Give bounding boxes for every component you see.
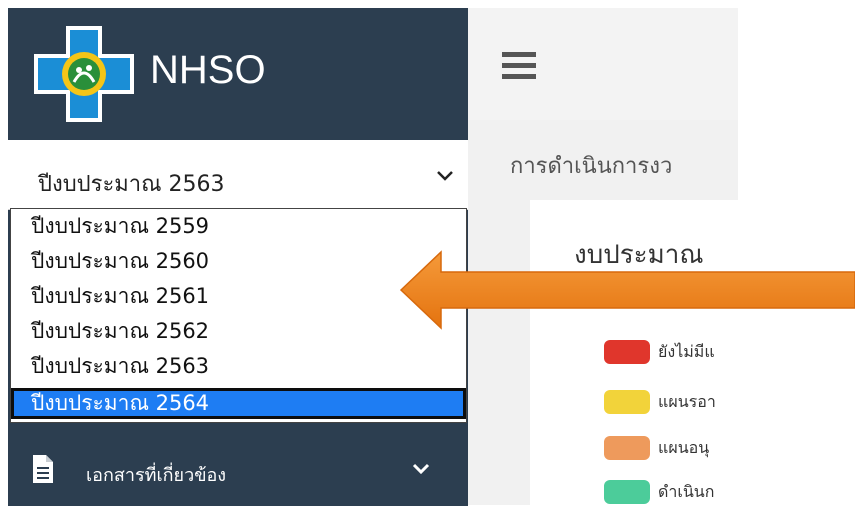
year-select[interactable]: ปีงบประมาณ 2563 [8,140,468,210]
legend-label: ดำเนินก [658,482,715,501]
document-icon [33,455,53,483]
legend-swatch-orange [604,436,650,460]
sidebar-item-documents-label: เอกสารที่เกี่ยวข้อง [86,465,227,486]
year-option-selected[interactable]: ปีงบประมาณ 2564 [11,388,466,419]
hamburger-icon[interactable] [502,52,536,80]
legend-label: แผนอนุ [658,438,710,457]
sidebar-item-documents[interactable]: เอกสารที่เกี่ยวข้อง [8,436,468,506]
legend-label: ยังไม่มีแ [658,342,715,361]
nhso-cross-logo-icon [34,26,134,122]
legend-label: แผนรอา [658,392,716,411]
year-option[interactable]: ปีงบประมาณ 2563 [11,351,466,382]
brand-name: NHSO [150,48,266,92]
year-option[interactable]: ปีงบประมาณ 2559 [11,211,466,242]
chevron-down-icon [437,171,453,181]
orange-arrow-annotation [399,250,855,330]
legend-swatch-yellow [604,390,650,414]
legend-swatch-green [604,480,650,504]
budget-card: งบประมาณ ยังไม่มีแ แผนรอา แผนอนุ ดำเนินก [530,200,738,510]
chevron-down-icon [412,463,430,474]
legend-swatch-red [604,340,650,364]
top-bar [468,8,738,121]
brand-header[interactable]: NHSO [8,8,468,140]
year-select-value: ปีงบประมาณ 2563 [38,172,225,197]
page-breadcrumb: การดำเนินการงว [510,154,673,179]
